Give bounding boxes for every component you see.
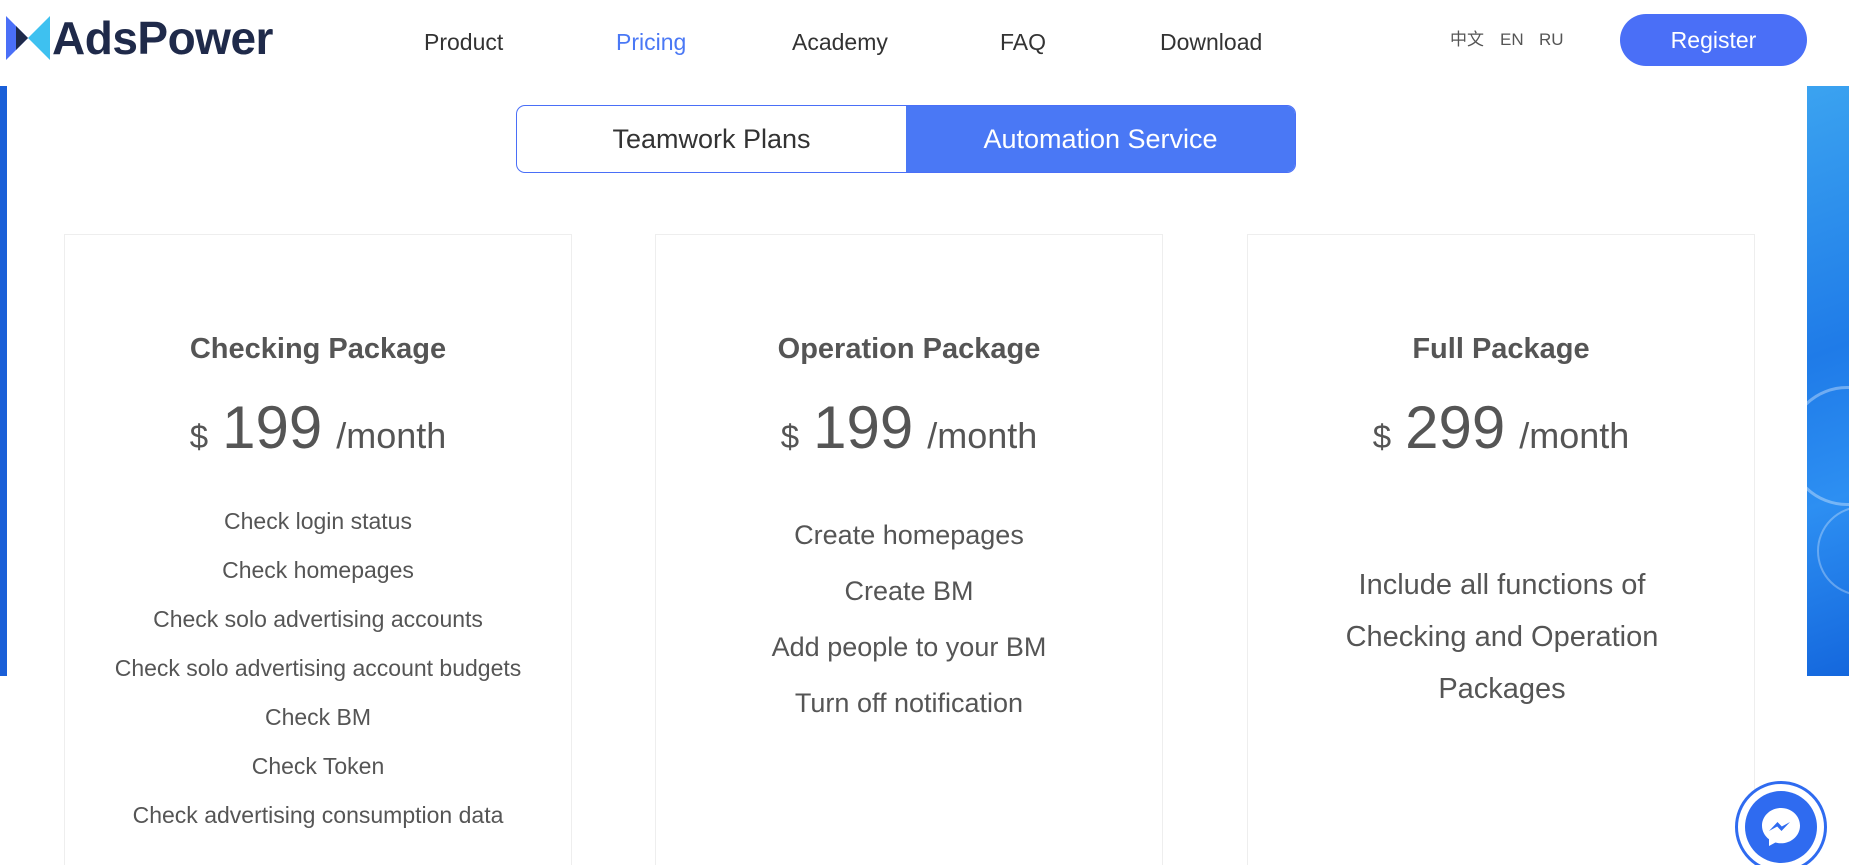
adspower-logo-icon [6,16,50,60]
feature-item: Check advertising consumption data [132,802,504,828]
card-title: Checking Package [189,333,447,365]
card-price: $ 199 /month [656,393,1162,462]
pricing-card-operation: Operation Package $ 199 /month Create ho… [655,234,1163,865]
package-description: Include all functions of Checking and Op… [1345,569,1659,705]
nav-faq[interactable]: FAQ [1000,28,1046,56]
messenger-icon [1762,808,1800,846]
price-currency: $ [1372,418,1392,455]
feature-item: Check Token [251,753,385,779]
price-period: /month [927,415,1038,456]
brand-name: AdsPower [52,12,273,64]
messenger-chat-button[interactable] [1735,781,1827,865]
price-amount: 199 [813,394,914,461]
plan-type-toggle: Teamwork Plans Automation Service [516,105,1296,173]
brand-logo[interactable]: AdsPower [6,12,273,64]
nav-product[interactable]: Product [424,28,503,56]
feature-item: Create BM [844,576,974,606]
feature-item: Check homepages [222,557,414,583]
nav-download[interactable]: Download [1160,28,1262,56]
site-header: AdsPower Product Pricing Academy FAQ Dow… [0,0,1849,86]
card-price: $ 199 /month [65,393,571,462]
register-button[interactable]: Register [1620,14,1807,66]
feature-item: Check BM [264,704,372,730]
nav-pricing[interactable]: Pricing [616,28,686,56]
nav-academy[interactable]: Academy [792,28,888,56]
card-title: Operation Package [777,333,1041,365]
feature-item: Add people to your BM [771,632,1047,662]
pricing-card-checking: Checking Package $ 199 /month Check logi… [64,234,572,865]
price-period: /month [1519,415,1630,456]
pricing-card-full: Full Package $ 299 /month Include all fu… [1247,234,1755,865]
lang-russian[interactable]: RU [1539,30,1564,50]
price-amount: 299 [1405,394,1506,461]
feature-item: Check solo advertising accounts [153,606,483,632]
price-currency: $ [189,418,209,455]
feature-item: Check solo advertising account budgets [114,655,522,681]
feature-item: Check login status [224,508,412,534]
left-banner-edge [0,86,7,676]
feature-item: Turn off notification [794,688,1024,718]
lang-chinese[interactable]: 中文 [1450,30,1484,50]
tab-automation-service[interactable]: Automation Service [906,106,1295,172]
tab-teamwork-plans[interactable]: Teamwork Plans [517,106,906,172]
right-banner-edge [1807,86,1849,676]
feature-list: Check login status Check homepages Check… [65,497,571,840]
lang-english[interactable]: EN [1500,30,1524,50]
card-price: $ 299 /month [1248,393,1754,462]
card-title: Full Package [1412,333,1590,365]
price-currency: $ [780,418,800,455]
feature-item: Create homepages [794,520,1024,550]
feature-list: Create homepages Create BM Add people to… [656,507,1162,731]
price-period: /month [336,415,447,456]
price-amount: 199 [222,394,323,461]
